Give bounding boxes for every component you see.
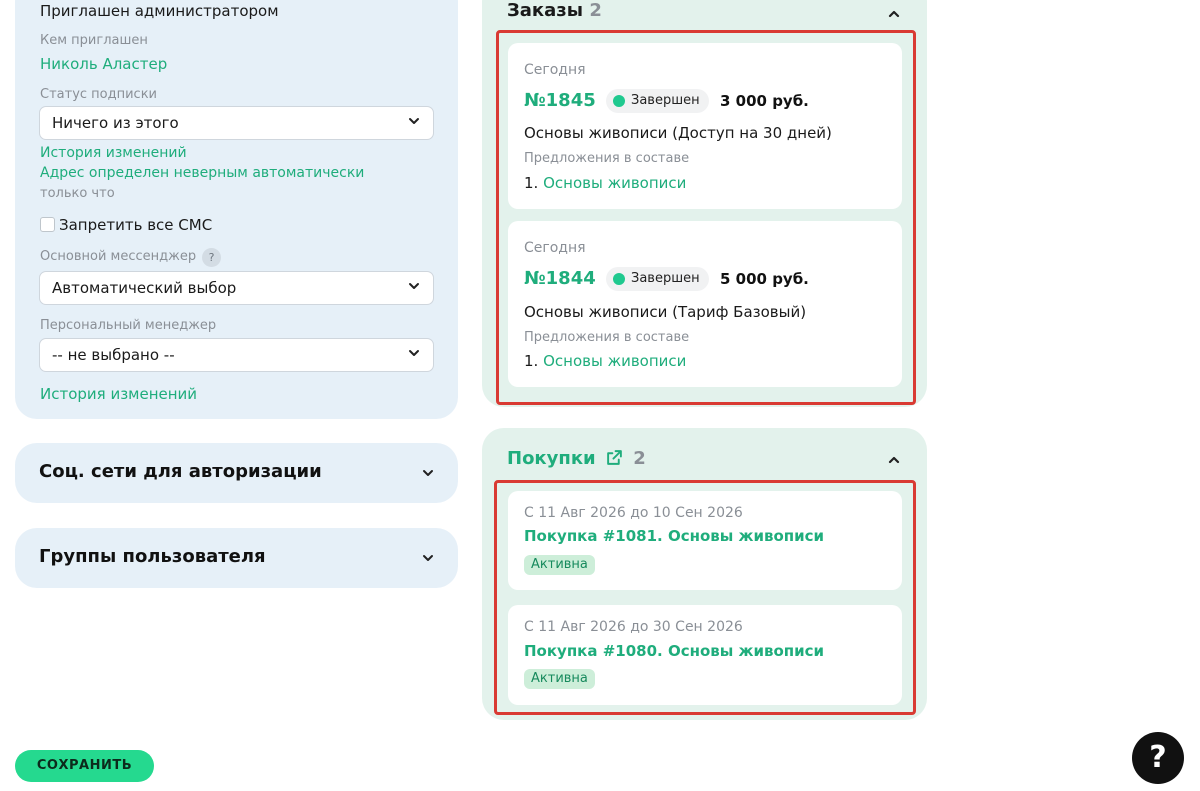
order-date: Сегодня [524,240,586,256]
order-status: Завершен [631,93,700,108]
help-button[interactable]: ? [1132,732,1184,784]
subscription-status-value: Ничего из этого [52,114,179,132]
order-date: Сегодня [524,62,586,78]
purchase-link[interactable]: Покупка #1080. Основы живописи [524,642,824,660]
offer-link[interactable]: Основы живописи [543,174,686,192]
manager-select[interactable]: -- не выбрано -- [39,338,434,372]
history-link[interactable]: История изменений [40,145,187,161]
offer-item: 1. Основы живописи [524,352,686,370]
user-groups-title: Группы пользователя [39,546,266,567]
subscription-status-select[interactable]: Ничего из этого [39,106,434,140]
status-badge: Завершен [606,267,709,291]
offer-link[interactable]: Основы живописи [543,352,686,370]
orders-title: Заказы [507,0,584,21]
order-product: Основы живописи (Тариф Базовый) [524,303,807,321]
order-status: Завершен [631,271,700,286]
subscription-status-label: Статус подписки [40,87,157,102]
status-dot-icon [613,95,625,107]
social-auth-section[interactable]: Соц. сети для авторизации [15,443,458,503]
help-icon[interactable]: ? [202,248,221,267]
purchase-card[interactable]: С 11 Авг 2026 до 10 Сен 2026 Покупка #10… [508,491,902,590]
chevron-down-icon [409,350,419,356]
chevron-down-icon [409,283,419,289]
status-badge: Завершен [606,89,709,113]
block-sms-checkbox[interactable] [40,217,55,232]
purchases-title[interactable]: Покупки [507,448,596,469]
social-auth-title: Соц. сети для авторизации [39,461,322,482]
order-number-link[interactable]: №1844 [524,268,596,289]
history-link-2[interactable]: История изменений [40,385,197,403]
offers-label: Предложения в составе [524,330,690,345]
offer-index: 1. [524,174,539,192]
order-product: Основы живописи (Доступ на 30 дней) [524,124,832,142]
block-sms-label: Запретить все СМС [59,216,213,234]
purchase-period: С 11 Авг 2026 до 10 Сен 2026 [524,505,743,521]
offers-label: Предложения в составе [524,151,690,166]
offer-index: 1. [524,352,539,370]
bottom-action-bar [0,733,1200,791]
address-link[interactable]: Адрес определен неверным автоматически [40,165,364,181]
purchases-count: 2 [633,448,646,469]
external-link-icon[interactable] [606,449,623,466]
chevron-down-icon [423,470,433,476]
orders-count: 2 [589,0,602,21]
order-price: 5 000 руб. [720,270,809,288]
order-card[interactable]: Сегодня №1844 Завершен 5 000 руб. Основы… [508,221,902,387]
messenger-value: Автоматический выбор [52,279,237,297]
purchase-card[interactable]: С 11 Авг 2026 до 30 Сен 2026 Покупка #10… [508,605,902,705]
manager-label: Персональный менеджер [40,318,217,333]
purchase-status-badge: Активна [524,555,595,575]
chevron-down-icon [423,555,433,561]
messenger-label: Основной мессенджер [40,249,197,264]
order-number-link[interactable]: №1845 [524,90,596,111]
chevron-up-icon[interactable] [887,453,901,467]
purchase-status-badge: Активна [524,669,595,689]
invited-by-label: Кем приглашен [40,33,148,48]
orders-header: Заказы 2 [507,0,602,21]
save-button[interactable]: СОХРАНИТЬ [15,750,154,782]
status-dot-icon [613,273,625,285]
purchase-link[interactable]: Покупка #1081. Основы живописи [524,527,824,545]
chevron-down-icon [409,118,419,124]
user-groups-section[interactable]: Группы пользователя [15,528,458,588]
chevron-up-icon[interactable] [887,7,901,21]
manager-value: -- не выбрано -- [52,346,175,364]
invited-by-link[interactable]: Николь Аластер [40,55,167,73]
address-timestamp: только что [40,186,115,201]
order-card[interactable]: Сегодня №1845 Завершен 3 000 руб. Основы… [508,43,902,209]
invited-by-admin-text: Приглашен администратором [40,2,279,20]
purchases-header: Покупки 2 [507,448,646,469]
offer-item: 1. Основы живописи [524,174,686,192]
messenger-select[interactable]: Автоматический выбор [39,271,434,305]
order-price: 3 000 руб. [720,92,809,110]
purchase-period: С 11 Авг 2026 до 30 Сен 2026 [524,619,743,635]
